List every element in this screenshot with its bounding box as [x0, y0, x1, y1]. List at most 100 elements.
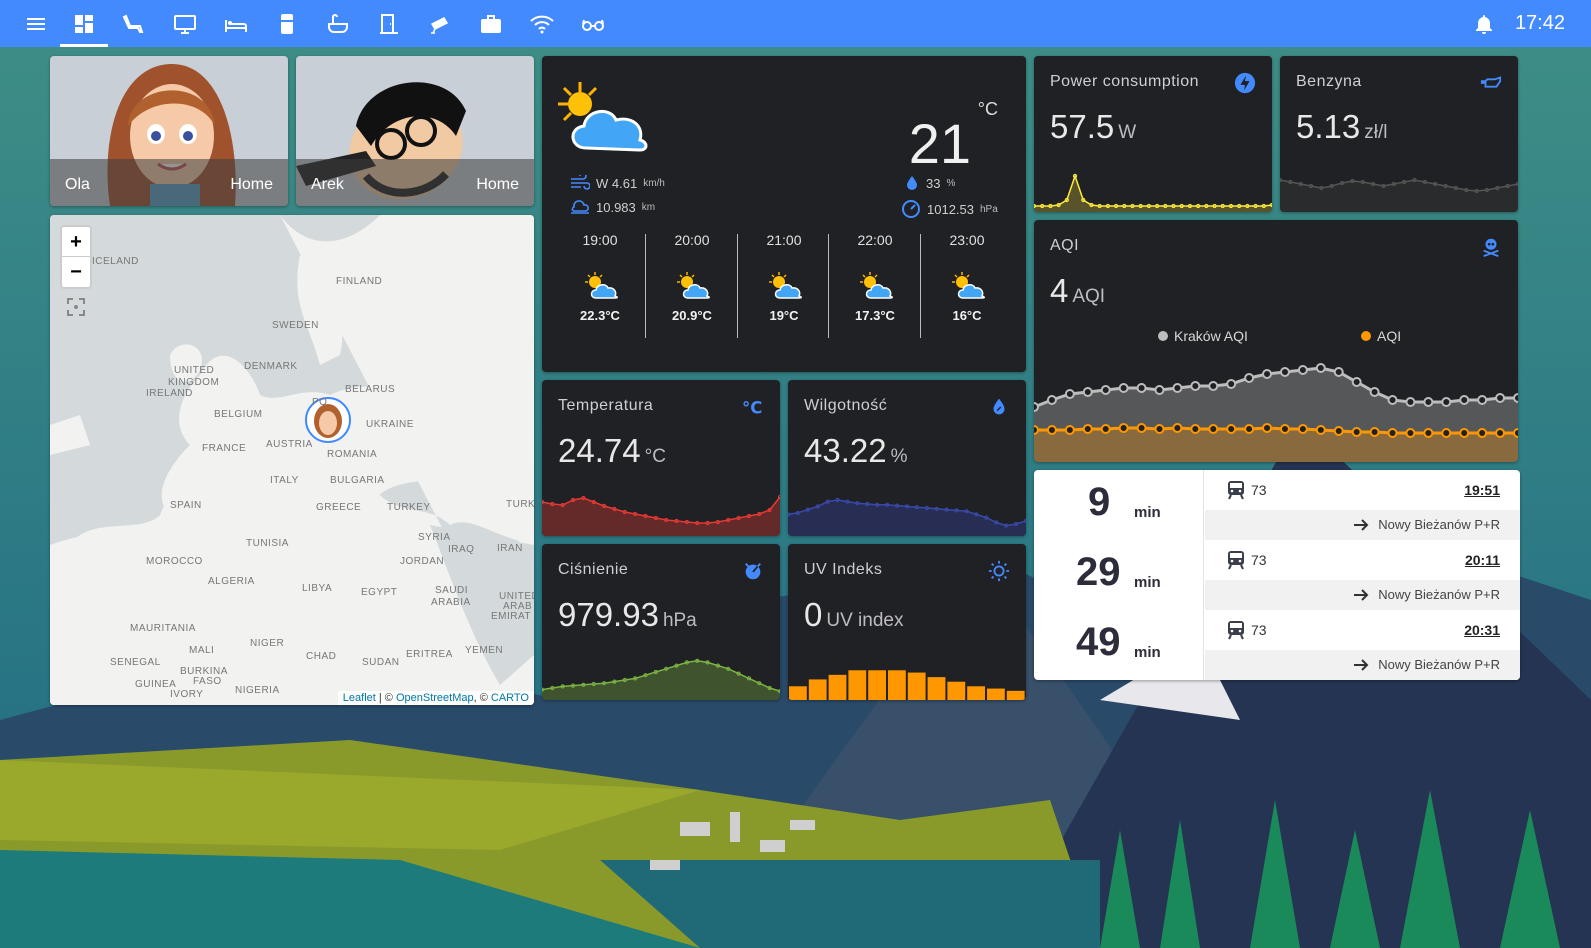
forecast-item: 19:00 22.3°C: [554, 232, 646, 323]
map-label: GREECE: [316, 502, 362, 513]
briefcase-icon[interactable]: [467, 0, 515, 47]
departure-row[interactable]: 29 min 73 20:11 Nowy Bieżanów P+R: [1034, 540, 1520, 610]
leaflet-link[interactable]: Leaflet: [343, 692, 376, 704]
departure-minutes: 9: [1088, 480, 1111, 524]
pressure-attribute: 1012.53 hPa: [901, 199, 998, 219]
aqi-point: [1082, 424, 1093, 434]
map-label: TUNISIA: [246, 538, 289, 549]
forecast-time: 20:00: [674, 232, 710, 248]
krakow-aqi-point: [1244, 373, 1255, 383]
person-card-ola[interactable]: Ola Home: [50, 56, 288, 206]
departure-time[interactable]: 20:11: [1465, 552, 1500, 568]
power-sparkline: [1034, 173, 1272, 212]
card-title: AQI: [1050, 237, 1080, 254]
forecast-temperature: 20.9°C: [672, 308, 712, 323]
carto-link[interactable]: CARTO: [491, 692, 529, 704]
aqi-point: [1100, 424, 1111, 434]
krakow-aqi-point: [1034, 402, 1039, 412]
humidity-sensor-card[interactable]: Wilgotność 43.22%: [788, 380, 1026, 536]
forecast-divider: [828, 234, 829, 338]
card-title: Wilgotność: [804, 397, 888, 414]
krakow-aqi-point: [1154, 385, 1165, 395]
aqi-point: [1477, 428, 1488, 438]
aqi-point: [1034, 425, 1039, 435]
forecast-time: 23:00: [949, 232, 985, 248]
cctv-icon[interactable]: [416, 0, 464, 47]
map-card[interactable]: ICELAND FINLAND SWEDEN DENMARK UNITED KI…: [50, 215, 534, 705]
aqi-point: [1226, 424, 1237, 434]
person-card-arek[interactable]: Arek Home: [296, 56, 534, 206]
departure-time[interactable]: 20:31: [1464, 622, 1500, 638]
osm-link[interactable]: OpenStreetMap: [396, 692, 474, 704]
map-label: JORDAN: [400, 556, 445, 567]
menu-icon[interactable]: [12, 0, 60, 47]
departure-row[interactable]: 9 min 73 19:51 Nowy Bieżanów P+R: [1034, 470, 1520, 540]
fuel-price-card[interactable]: Benzyna 5.13 zł/l: [1280, 56, 1518, 212]
weather-card[interactable]: 21 °C W 4.61 km/h 10.983 km 33% 1012.53 hPa…: [542, 56, 1026, 372]
uv-bar: [967, 686, 985, 700]
krakow-aqi-point: [1405, 397, 1416, 407]
lounge-chair-icon[interactable]: [110, 0, 158, 47]
arrow-right-icon: [1354, 659, 1369, 671]
krakow-aqi-point: [1387, 395, 1398, 405]
fit-bounds-icon[interactable]: [66, 297, 86, 317]
sensor-value: 24.74 °C: [558, 432, 666, 469]
person-name: Ola: [65, 176, 90, 193]
map-label: SPAIN: [170, 500, 202, 511]
departure-time[interactable]: 19:51: [1464, 482, 1500, 498]
transit-departures-card[interactable]: 9 min 73 19:51 Nowy Bieżanów P+R 29 min 73 20:11…: [1034, 470, 1520, 680]
map-label: SAUDI: [435, 585, 469, 596]
map-label: BELGIUM: [214, 409, 263, 420]
line-number: 73: [1251, 622, 1267, 638]
glasses-icon[interactable]: [569, 0, 617, 47]
aqi-card[interactable]: AQI 4 AQI Kraków AQI AQI: [1034, 220, 1518, 462]
krakow-aqi-point: [1064, 389, 1075, 399]
dashboard-icon[interactable]: [60, 0, 108, 47]
temperature-unit: °C: [977, 99, 998, 119]
krakow-aqi-point: [1262, 369, 1273, 379]
zoom-in-button[interactable]: +: [62, 227, 90, 257]
door-icon[interactable]: [365, 0, 413, 47]
power-consumption-card[interactable]: Power consumption 57.5 W: [1034, 56, 1272, 212]
aqi-point: [1244, 424, 1255, 434]
fridge-icon[interactable]: [263, 0, 311, 47]
partly-cloudy-icon: [558, 82, 648, 152]
uv-bar-chart: [789, 670, 1025, 700]
departure-row[interactable]: 49 min 73 20:31 Nowy Bieżanów P+R: [1034, 610, 1520, 680]
aqi-point: [1279, 424, 1290, 434]
bed-icon[interactable]: [212, 0, 260, 47]
map-label: ARABIA: [431, 597, 471, 608]
krakow-aqi-point: [1513, 393, 1518, 403]
zoom-out-button[interactable]: −: [62, 257, 90, 287]
partly-cloudy-icon: [952, 272, 985, 299]
temperature-sensor-card[interactable]: Temperatura °C 24.74 °C: [542, 380, 780, 536]
map-tiles[interactable]: [50, 215, 534, 705]
forecast-divider: [737, 234, 738, 338]
uv-bar: [987, 688, 1005, 700]
map-label: BULGARIA: [330, 475, 385, 486]
departure-minutes: 29: [1076, 550, 1121, 594]
uv-index-card[interactable]: UV Indeks 0 UV index: [788, 544, 1026, 700]
minutes-label: min: [1134, 644, 1161, 661]
aqi-point: [1136, 423, 1147, 433]
legend-krakow-aqi[interactable]: Kraków AQI: [1158, 328, 1248, 344]
gauge-icon: [902, 200, 920, 218]
minutes-label: min: [1134, 574, 1161, 591]
forecast-temperature: 16°C: [952, 308, 982, 323]
notifications-bell-icon[interactable]: [1460, 0, 1508, 47]
departure-minutes: 49: [1076, 620, 1121, 664]
visibility-unit: km: [641, 201, 656, 213]
krakow-aqi-point: [1423, 397, 1434, 407]
monitor-icon[interactable]: [161, 0, 209, 47]
wifi-icon[interactable]: [518, 0, 566, 47]
krakow-aqi-point: [1351, 377, 1362, 387]
forecast-temperature: 19°C: [769, 308, 799, 323]
aqi-point: [1441, 428, 1452, 438]
pressure-sensor-card[interactable]: Ciśnienie 979.93 hPa: [542, 544, 780, 700]
aqi-point: [1064, 425, 1075, 435]
forecast-divider: [645, 234, 646, 338]
krakow-aqi-point: [1315, 363, 1326, 373]
attribution-separator: , ©: [473, 692, 491, 704]
bathtub-icon[interactable]: [314, 0, 362, 47]
legend-aqi[interactable]: AQI: [1361, 328, 1401, 344]
